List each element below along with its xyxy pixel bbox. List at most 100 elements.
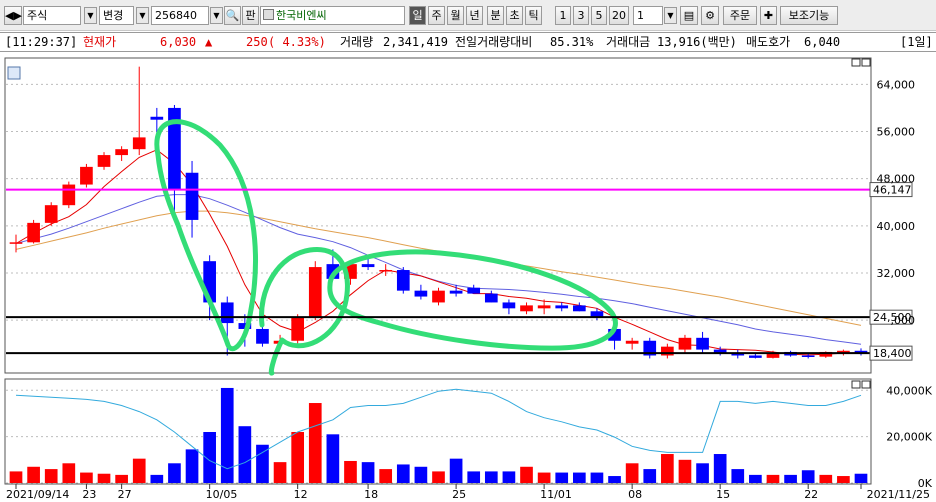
chevron-down-icon[interactable]: ▼ [84, 7, 97, 24]
x-tick-label: 2021/11/25 [867, 488, 930, 499]
panel-menu-icon[interactable] [7, 66, 21, 80]
gear-icon[interactable]: ⚙ [701, 6, 719, 25]
stock-code-input[interactable]: 256840 [151, 6, 209, 25]
volume-bar [361, 462, 375, 483]
period-button-day[interactable]: 일 [409, 6, 426, 25]
price-change-pct: ( 4.33%) [268, 35, 326, 49]
stock-name-field: 한국비엔씨 [260, 6, 405, 25]
price-info-bar: [11:29:37] 현재가 6,030 ▲ 250 ( 4.33%) 거래량 … [0, 32, 936, 52]
volume-bar [379, 469, 393, 483]
plus-icon[interactable]: ✚ [760, 6, 777, 25]
x-tick-label: 2021/09/14 [6, 488, 69, 499]
volume-bar [713, 454, 727, 483]
volume-bar [766, 474, 780, 483]
interval-button-20[interactable]: 20 [609, 6, 629, 25]
price-change: 250 [246, 35, 268, 49]
period-button-minute[interactable]: 분 [487, 6, 504, 25]
volume-bar [432, 471, 445, 483]
aux-function-button[interactable]: 보조기능 [780, 6, 838, 25]
candle-body [291, 317, 305, 341]
radio-toggle-icon[interactable]: ◀▶ [4, 6, 22, 25]
ask-label: 매도호가 [746, 35, 791, 49]
volume-bar [854, 473, 868, 483]
interval-input[interactable]: 1 [633, 6, 663, 25]
candle-body [696, 337, 709, 350]
pan-button[interactable]: 판 [242, 6, 259, 25]
candle-body [625, 340, 639, 344]
volume-bar [97, 473, 111, 483]
period-button-year[interactable]: 년 [466, 6, 483, 25]
volume-bar [819, 474, 833, 483]
maximize-icon[interactable] [851, 380, 861, 389]
search-button[interactable]: 🔍 [224, 6, 241, 25]
period-button-week[interactable]: 주 [428, 6, 445, 25]
x-tick-label: 08 [628, 488, 642, 499]
volume-bar [308, 403, 322, 483]
volume-bar [256, 444, 269, 483]
volume-bar [837, 476, 850, 483]
candle-body [449, 290, 463, 294]
stock-chart[interactable]: 46,147 24,500 18,400 64,000 56,000 48,000 40,… [0, 55, 936, 501]
volume-bar [344, 460, 357, 483]
interval-button-5[interactable]: 5 [591, 6, 607, 25]
period-button-month[interactable]: 월 [447, 6, 464, 25]
chevron-down-icon[interactable]: ▼ [136, 7, 149, 24]
volume-bar [555, 472, 569, 483]
volume-bar [643, 469, 657, 483]
trade-amount-label: 거래대금 [606, 35, 651, 49]
period-badge: [1일] [900, 35, 933, 49]
order-button[interactable]: 주문 [723, 6, 757, 25]
stock-name: 한국비엔씨 [276, 9, 327, 22]
y-tick-label: 48,000 [877, 173, 916, 186]
volume-bar [467, 471, 481, 483]
maximize-icon[interactable] [851, 58, 861, 67]
candle-body [379, 270, 393, 272]
volume-bar [62, 463, 76, 483]
current-price: 6,030 [160, 35, 197, 49]
period-button-tick[interactable]: 틱 [525, 6, 542, 25]
volume-bar [678, 459, 692, 483]
candle-body [97, 155, 111, 167]
close-panel-icon[interactable] [861, 380, 871, 389]
candle-body [115, 149, 128, 156]
chevron-down-icon[interactable]: ▼ [664, 7, 677, 24]
volume-bar [572, 472, 586, 483]
change-select[interactable]: 변경 [99, 6, 134, 25]
candle-body [396, 270, 410, 291]
market-select[interactable]: 주식 [23, 6, 81, 25]
chevron-down-icon[interactable]: ▼ [210, 7, 223, 24]
x-tick-label: 27 [118, 488, 132, 499]
candle-body [432, 290, 445, 303]
candle-body [484, 293, 498, 303]
y-tick-label: 32,000 [877, 267, 916, 280]
volume-bar [749, 474, 762, 483]
candle-body [132, 137, 146, 150]
volume-bar [9, 471, 23, 483]
volume-bar [44, 469, 58, 483]
x-tick-label: 15 [716, 488, 730, 499]
price-tag-label: 18,400 [873, 347, 912, 360]
interval-button-1[interactable]: 1 [555, 6, 571, 25]
x-tick-label: 11/01 [540, 488, 572, 499]
candle-body [308, 267, 322, 318]
candle-body [414, 290, 428, 297]
candle-body [555, 305, 569, 309]
volume-bar [115, 474, 128, 483]
volume-bar [801, 470, 815, 483]
ask-price: 6,040 [804, 35, 841, 49]
volume-bar [291, 432, 305, 483]
candle-body [62, 184, 76, 206]
candle-body [256, 328, 269, 344]
period-button-second[interactable]: 초 [506, 6, 523, 25]
close-panel-icon[interactable] [861, 58, 871, 67]
prev-volume-label: 전일거래량대비 [455, 35, 533, 49]
candle-body [220, 302, 234, 324]
candle-body [537, 305, 551, 309]
volume-bar [590, 472, 604, 483]
volume-bar [731, 469, 745, 483]
interval-button-3[interactable]: 3 [573, 6, 589, 25]
save-icon[interactable]: ▤ [680, 6, 698, 25]
volume-bar [449, 458, 463, 483]
x-tick-label: 25 [452, 488, 466, 499]
current-price-label: 현재가 [83, 35, 117, 49]
